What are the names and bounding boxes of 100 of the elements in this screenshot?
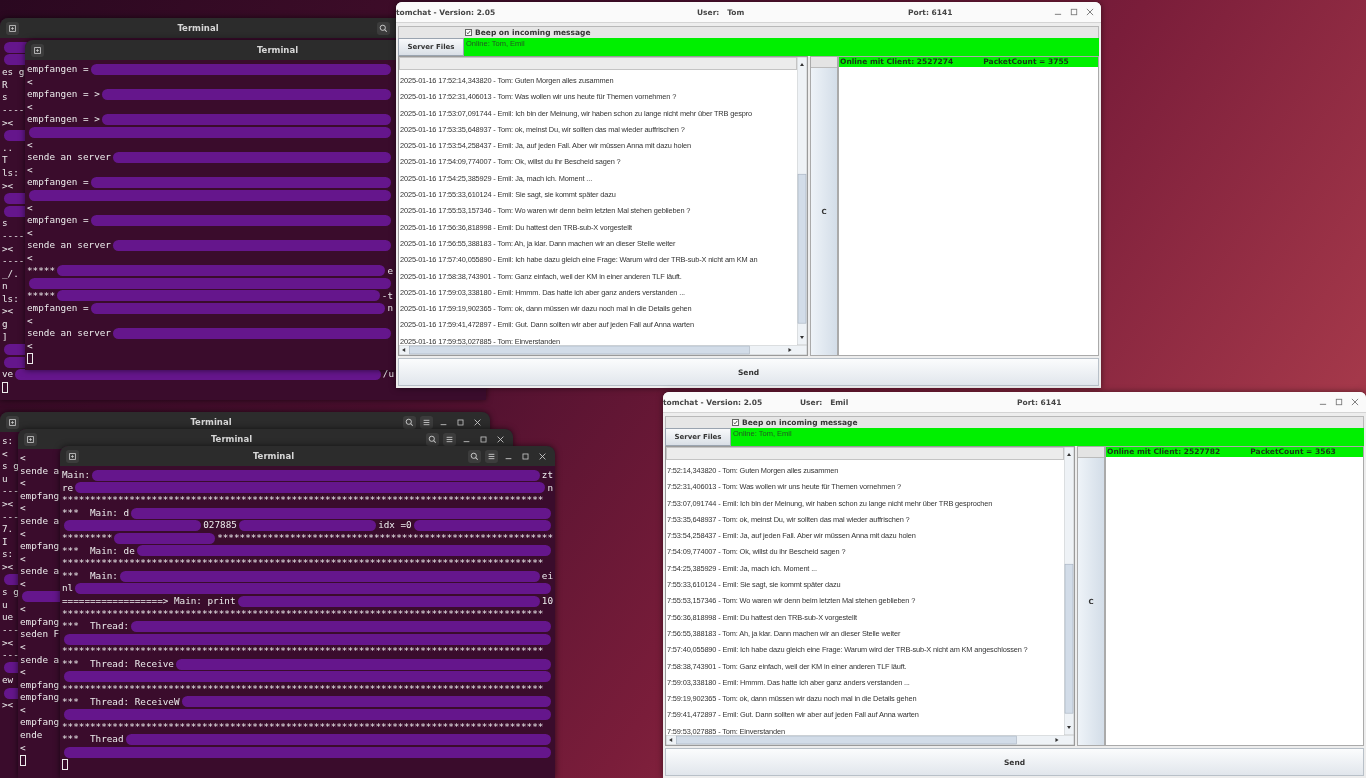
terminal-text: < — [20, 577, 26, 591]
terminal-text: ls: — [2, 292, 19, 306]
terminal-text: < — [20, 477, 26, 490]
terminal-text: ***** — [27, 289, 55, 303]
terminal-text: *** Main: — [62, 569, 118, 583]
terminal-text: *** Main: de — [62, 544, 135, 558]
search-icon[interactable] — [426, 432, 439, 446]
terminal-text: empfang — [20, 489, 60, 503]
search-icon[interactable] — [377, 21, 390, 35]
terminal-text: sende a — [20, 464, 60, 478]
new-tab-icon[interactable] — [6, 21, 19, 35]
horizontal-scrollbar[interactable] — [666, 735, 1074, 745]
terminal-text: .. — [2, 141, 14, 155]
vertical-scrollbar[interactable] — [1064, 447, 1074, 735]
terminal-text: re — [62, 481, 74, 495]
terminal-text: < — [20, 452, 26, 465]
terminal-text: < — [2, 447, 8, 461]
vertical-scrollbar[interactable] — [797, 57, 807, 345]
terminal-text: < — [27, 100, 33, 114]
terminal-text: empfang — [20, 716, 60, 730]
terminal-text: /u — [382, 368, 394, 382]
window-title: Terminal — [177, 23, 219, 33]
terminal-text: empfang — [20, 691, 60, 704]
terminal-text: s: — [2, 548, 14, 561]
terminal-text: empfangen = > — [27, 88, 100, 101]
terminal-text: u — [2, 598, 8, 612]
terminal-text: >< — [2, 242, 14, 256]
new-tab-icon[interactable] — [66, 449, 79, 463]
terminal-text: u — [2, 472, 8, 486]
terminal-text: >< — [2, 116, 14, 130]
terminal-text: ei — [541, 569, 553, 583]
terminal-text: s g — [2, 460, 19, 473]
terminal-text: sende an server — [27, 151, 111, 164]
terminal-text: sende a — [20, 565, 60, 578]
terminal-text: ************************************************************************************** — [62, 557, 544, 570]
terminal-text: *** Thread: ReceiveW — [62, 695, 180, 709]
terminal-text: < — [20, 640, 26, 654]
new-tab-icon[interactable] — [31, 43, 44, 57]
terminal-text: < — [20, 741, 26, 755]
terminal-text: ************************************************************************************** — [62, 683, 544, 696]
terminal-text: ende — [20, 729, 43, 742]
terminal-text: ve — [2, 368, 14, 382]
terminal-text: ---- — [2, 229, 25, 243]
terminal-text: ls: — [2, 166, 19, 180]
terminal-text: < — [27, 314, 33, 328]
terminal-text: ********* — [62, 531, 113, 545]
terminal-text: T — [2, 154, 8, 167]
terminal-text: ] — [2, 330, 8, 344]
terminal-text: empfangen = — [27, 214, 89, 227]
terminal-text: < — [27, 226, 33, 240]
new-tab-icon[interactable] — [6, 415, 19, 429]
menu-icon[interactable] — [443, 432, 456, 446]
terminal-text: s g — [2, 586, 19, 599]
terminal-text: < — [27, 340, 33, 353]
terminal-text: sende an server — [27, 327, 111, 341]
terminal-text: 7. — [2, 523, 14, 536]
terminal-text: n — [387, 302, 393, 315]
terminal-text: < — [20, 502, 26, 515]
terminal-text: sende a — [20, 653, 60, 667]
terminal-text: empfangen = > — [27, 113, 100, 126]
new-tab-icon[interactable] — [24, 432, 37, 446]
terminal-text: --- — [2, 649, 19, 662]
terminal-text: < — [20, 703, 26, 717]
terminal-text: empfangen = — [27, 176, 89, 189]
terminal-text: seden F — [20, 628, 60, 641]
terminal-text: -t — [381, 289, 393, 303]
terminal-text: empfang — [20, 615, 60, 629]
terminal-text: ue — [2, 611, 14, 624]
terminal-text: < — [27, 251, 33, 265]
terminal-text: --- — [2, 510, 19, 524]
terminal-text: --- — [2, 623, 19, 637]
terminal-text: < — [20, 603, 26, 616]
terminal-text: ---- — [2, 255, 25, 268]
window-title: Terminal — [210, 434, 253, 444]
checkbox[interactable] — [465, 29, 472, 36]
terminal-text: ew — [2, 674, 14, 687]
checkbox[interactable] — [732, 419, 739, 426]
terminal-text: sende a — [20, 514, 60, 528]
terminal-text: >< — [2, 305, 14, 319]
terminal-text: ************************************************************************************** — [62, 645, 544, 658]
terminal-text: I — [2, 535, 8, 549]
search-icon[interactable] — [468, 449, 481, 463]
terminal-text: >< — [2, 179, 14, 193]
terminal-text: *** Thread — [62, 733, 124, 747]
window-title: Terminal — [190, 417, 232, 427]
terminal-text: n — [2, 280, 8, 293]
menu-icon[interactable] — [485, 449, 498, 463]
terminal-text: < — [27, 138, 33, 152]
horizontal-scrollbar[interactable] — [399, 345, 807, 355]
search-icon[interactable] — [403, 415, 416, 429]
terminal-text: < — [20, 552, 26, 566]
terminal-text: >< — [2, 636, 14, 650]
terminal-text: *** Thread: — [62, 620, 130, 633]
terminal-text: g — [2, 318, 8, 331]
terminal-text: idx =0 — [378, 519, 412, 532]
terminal-text: ************************************************************************************** — [62, 494, 544, 507]
menu-icon[interactable] — [420, 415, 433, 429]
terminal-text: e — [387, 264, 393, 278]
terminal-text: Main: — [62, 469, 90, 482]
terminal-text: nl — [62, 582, 74, 595]
